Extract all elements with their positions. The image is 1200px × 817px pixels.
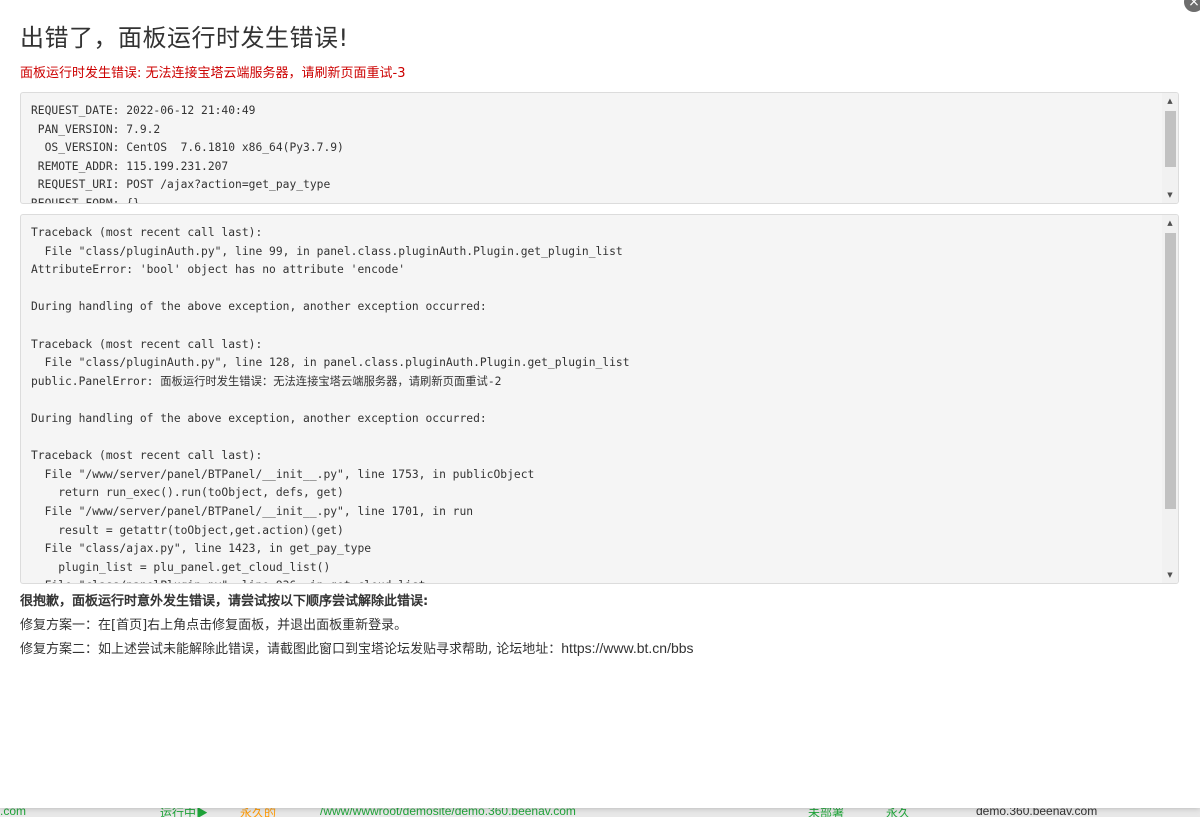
error-dialog: × 出错了，面板运行时发生错误! 面板运行时发生错误: 无法连接宝塔云端服务器，… — [0, 0, 1200, 808]
site-term-cell: 永久 — [886, 808, 911, 817]
request-info-box[interactable]: REQUEST_DATE: 2022-06-12 21:40:49 PAN_VE… — [20, 92, 1179, 204]
fix-option-two-text: 修复方案二：如上述尝试未能解除此错误，请截图此窗口到宝塔论坛发贴寻求帮助, 论坛… — [20, 642, 562, 657]
fix-option-two: 修复方案二：如上述尝试未能解除此错误，请截图此窗口到宝塔论坛发贴寻求帮助, 论坛… — [20, 638, 694, 657]
page-title: 出错了，面板运行时发生错误! — [20, 24, 349, 52]
request-info-text: REQUEST_DATE: 2022-06-12 21:40:49 PAN_VE… — [31, 104, 344, 204]
traceback-box[interactable]: Traceback (most recent call last): File … — [20, 214, 1179, 584]
scroll-thumb[interactable] — [1165, 111, 1176, 167]
site-expiry-cell: 永久的 — [240, 808, 277, 817]
close-icon[interactable]: × — [1184, 0, 1200, 12]
site-path-cell[interactable]: /www/wwwroot/demosite/demo.360.beenav.co… — [320, 808, 576, 817]
forum-link[interactable]: https://www.bt.cn/bbs — [561, 640, 693, 656]
scroll-down-icon[interactable]: ▼ — [1162, 187, 1178, 203]
traceback-scrollbar[interactable]: ▲ ▼ — [1162, 215, 1178, 583]
background-site-row: .com 运行中▶ 永久的 /www/wwwroot/demosite/demo… — [0, 808, 1200, 817]
site-domain-cell[interactable]: .com — [0, 808, 26, 817]
traceback-text: Traceback (most recent call last): File … — [31, 226, 630, 583]
help-heading: 很抱歉，面板运行时意外发生错误，请尝试按以下顺序尝试解除此错误: — [20, 594, 429, 609]
scroll-up-icon[interactable]: ▲ — [1162, 93, 1178, 109]
fix-option-one: 修复方案一：在[首页]右上角点击修复面板，并退出面板重新登录。 — [20, 618, 408, 633]
error-message: 面板运行时发生错误: 无法连接宝塔云端服务器，请刷新页面重试-3 — [20, 66, 406, 81]
scroll-thumb[interactable] — [1165, 233, 1176, 509]
site-name-cell[interactable]: demo.360.beenav.com — [976, 808, 1097, 817]
site-status-cell[interactable]: 运行中▶ — [160, 808, 208, 817]
request-info-scrollbar[interactable]: ▲ ▼ — [1162, 93, 1178, 203]
site-ssl-cell[interactable]: 未部署 — [808, 808, 844, 817]
scroll-down-icon[interactable]: ▼ — [1162, 567, 1178, 583]
scroll-up-icon[interactable]: ▲ — [1162, 215, 1178, 231]
